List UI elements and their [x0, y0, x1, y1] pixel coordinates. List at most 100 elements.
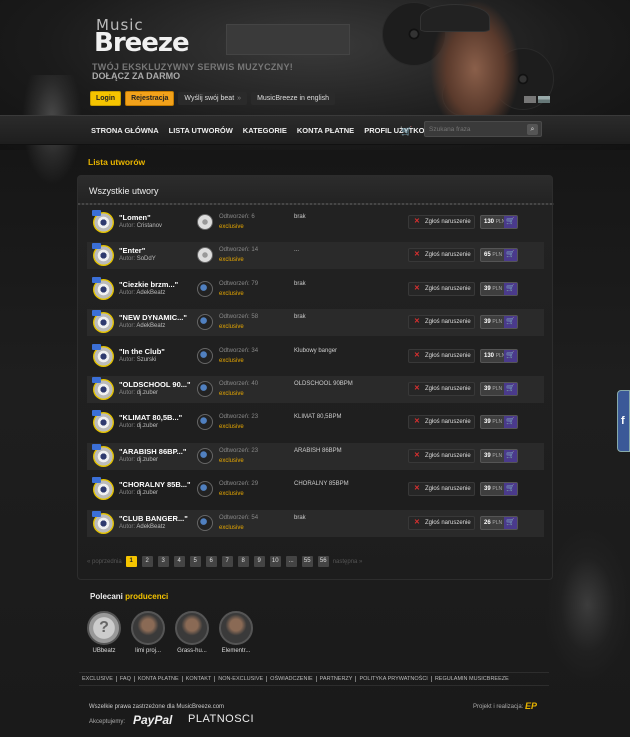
producer-item[interactable]: Elementr... [218, 611, 254, 654]
author-name[interactable]: Cristanov [137, 223, 162, 229]
cover-icon[interactable] [92, 443, 114, 467]
track-title[interactable]: "Ciezkie brzm..." [119, 280, 178, 289]
table-row[interactable]: "CLUB BANGER..." Autor: AdekBeatz Odtworze… [87, 509, 544, 537]
buy-button[interactable]: 39 PLN 🛒 [480, 448, 518, 463]
join-link[interactable]: DOŁĄCZ ZA DARMO [92, 71, 180, 81]
footer-link[interactable]: REGULAMIN MUSICBREEZE [432, 676, 512, 682]
track-title[interactable]: "KLIMAT 80,5B..." [119, 413, 182, 422]
page-button[interactable]: 4 [173, 556, 185, 567]
english-link[interactable]: MusicBreeze in english [251, 91, 336, 105]
play-icon[interactable] [197, 414, 213, 431]
footer-link[interactable]: OŚWIADCZENIE [267, 676, 317, 682]
buy-button[interactable]: 130 PLN 🛒 [480, 348, 518, 363]
author-name[interactable]: dj.zuber [137, 490, 158, 496]
table-row[interactable]: "KLIMAT 80,5B..." Autor: dj.zuber Odtworze… [87, 409, 544, 436]
report-button[interactable]: ✕ Zgłoś naruszenie [408, 415, 475, 430]
page-button[interactable]: 10 [269, 556, 281, 567]
page-button[interactable]: 5 [189, 556, 201, 567]
search-input[interactable] [429, 124, 525, 135]
report-button[interactable]: ✕ Zgłoś naruszenie [408, 515, 475, 530]
buy-button[interactable]: 65 PLN 🛒 [480, 248, 518, 263]
play-icon[interactable] [197, 280, 213, 297]
cover-icon[interactable] [92, 276, 114, 300]
play-icon[interactable] [197, 447, 213, 464]
author-name[interactable]: AdekBeatz [136, 290, 165, 296]
cover-icon[interactable] [92, 210, 114, 233]
footer-link[interactable]: FAQ [117, 676, 135, 682]
page-button[interactable]: 1 [125, 556, 137, 567]
page-button[interactable]: 9 [253, 556, 265, 567]
flag-en-icon[interactable] [538, 96, 550, 103]
play-icon[interactable] [197, 514, 213, 531]
nav-item-paid-accounts[interactable]: KONTA PŁATNE [292, 126, 359, 135]
flag-pl-icon[interactable] [524, 96, 536, 103]
author-name[interactable]: dj.zuber [137, 423, 158, 429]
buy-button[interactable]: 39 PLN 🛒 [480, 482, 518, 497]
track-title[interactable]: "In the Club" [119, 347, 165, 356]
ep-logo[interactable]: EP [525, 701, 537, 711]
track-title[interactable]: "Enter" [119, 246, 145, 255]
footer-link[interactable]: PARTNERZY [317, 676, 357, 682]
footer-link[interactable]: KONTAKT [183, 676, 216, 682]
producer-item[interactable]: ? UBbeatz [86, 611, 122, 654]
buy-button[interactable]: 39 PLN 🛒 [480, 382, 518, 396]
pager-prev[interactable]: « poprzednia [87, 559, 122, 565]
buy-button[interactable]: 39 PLN 🛒 [480, 415, 518, 430]
play-icon[interactable] [197, 347, 213, 364]
table-row[interactable]: "ARABISH 86BP..." Autor: dj.zuber Odtworze… [87, 442, 544, 470]
table-row[interactable]: "Ciezkie brzm..." Autor: AdekBeatz Odtworz… [87, 276, 544, 303]
buy-button[interactable]: 39 PLN 🛒 [480, 315, 518, 330]
report-button[interactable]: ✕ Zgłoś naruszenie [408, 281, 475, 296]
footer-link[interactable]: POLITYKA PRYWATNOŚCI [356, 676, 432, 682]
table-row[interactable]: "OLDSCHOOL 90..." Autor: dj.zuber Odtworze… [87, 376, 544, 403]
track-title[interactable]: "OLDSCHOOL 90..." [119, 380, 191, 389]
author-name[interactable]: SoDdY [137, 256, 156, 262]
cart-icon[interactable]: 🛒 [401, 126, 412, 137]
report-button[interactable]: ✕ Zgłoś naruszenie [408, 348, 475, 363]
play-icon[interactable] [197, 214, 213, 230]
nav-item-categories[interactable]: KATEGORIE [238, 126, 292, 135]
page-button[interactable]: 56 [317, 556, 329, 567]
play-icon[interactable] [197, 481, 213, 498]
report-button[interactable]: ✕ Zgłoś naruszenie [408, 482, 475, 497]
producer-item[interactable]: Grass-hu... [174, 611, 210, 654]
nav-item-tracks[interactable]: LISTA UTWORÓW [164, 126, 238, 135]
footer-link[interactable]: KONTA PŁATNE [135, 676, 183, 682]
track-title[interactable]: "Lomen" [119, 213, 151, 222]
pager-next[interactable]: następna » [333, 559, 363, 565]
play-icon[interactable] [197, 381, 213, 397]
page-button[interactable]: 2 [141, 556, 153, 567]
report-button[interactable]: ✕ Zgłoś naruszenie [408, 315, 475, 330]
cover-icon[interactable] [92, 377, 114, 400]
facebook-tab[interactable]: f [617, 390, 630, 452]
play-icon[interactable] [197, 247, 213, 264]
cover-icon[interactable] [92, 510, 114, 534]
cover-icon[interactable] [92, 477, 114, 501]
page-button[interactable]: 55 [301, 556, 313, 567]
buy-button[interactable]: 130 PLN 🛒 [480, 215, 518, 229]
track-title[interactable]: "CLUB BANGER..." [119, 514, 188, 523]
domain-link[interactable]: MusicBreeze.com [176, 704, 224, 710]
cover-icon[interactable] [92, 410, 114, 434]
author-name[interactable]: AdekBeatz [136, 524, 165, 530]
report-button[interactable]: ✕ Zgłoś naruszenie [408, 248, 475, 263]
login-button[interactable]: Login [90, 90, 122, 106]
page-button[interactable]: 3 [157, 556, 169, 567]
buy-button[interactable]: 26 PLN 🛒 [480, 515, 518, 530]
table-row[interactable]: "Lomen" Autor: Cristanov Odtworzeń: 6 exclu… [87, 209, 544, 236]
producer-item[interactable]: Iimi proj... [130, 611, 166, 654]
play-icon[interactable] [197, 314, 213, 331]
cover-icon[interactable] [92, 343, 114, 367]
search-icon[interactable]: ⌕ [527, 124, 538, 135]
author-name[interactable]: AdekBeatz [136, 323, 165, 329]
cover-icon[interactable] [92, 243, 114, 267]
cover-icon[interactable] [92, 310, 114, 334]
page-button[interactable]: 7 [221, 556, 233, 567]
author-name[interactable]: Szurski [137, 357, 157, 363]
table-row[interactable]: "Enter" Autor: SoDdY Odtworzeń: 14 exclusiv… [87, 242, 544, 270]
register-button[interactable]: Rejestracja [125, 90, 175, 106]
table-row[interactable]: "In the Club" Autor: Szurski Odtworzeń: 34… [87, 343, 544, 370]
page-button[interactable]: 6 [205, 556, 217, 567]
report-button[interactable]: ✕ Zgłoś naruszenie [408, 215, 475, 229]
nav-item-home[interactable]: STRONA GŁÓWNA [86, 126, 164, 135]
